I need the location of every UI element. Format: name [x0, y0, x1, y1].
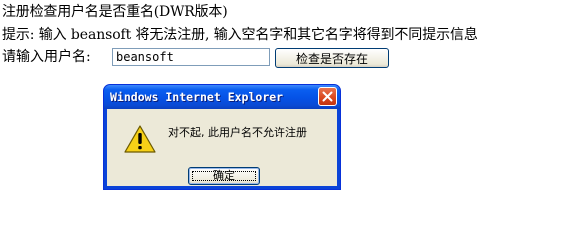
dialog-message: 对不起, 此用户名不允许注册	[168, 126, 307, 139]
ok-button-label: 确定	[213, 170, 235, 182]
check-exists-button[interactable]: 检查是否存在	[275, 48, 389, 68]
dialog-title: Windows Internet Explorer	[110, 90, 284, 104]
warning-triangle-icon	[124, 125, 156, 153]
page-heading: 注册检查用户名是否重名(DWR版本)	[2, 4, 228, 20]
dialog-body: 对不起, 此用户名不允许注册 确定	[107, 109, 337, 186]
username-input[interactable]	[112, 48, 270, 66]
dialog-titlebar[interactable]: Windows Internet Explorer	[104, 85, 340, 109]
username-label: 请输入用户名:	[2, 49, 91, 65]
hint-text: 提示: 输入 beansoft 将无法注册, 输入空名字和其它名字将得到不同提示…	[2, 27, 478, 43]
close-button[interactable]	[318, 87, 337, 106]
alert-dialog: Windows Internet Explorer 对不起, 此用户名不允许注册…	[103, 84, 341, 190]
ok-button[interactable]: 确定	[188, 167, 260, 185]
close-x-icon	[322, 91, 333, 102]
